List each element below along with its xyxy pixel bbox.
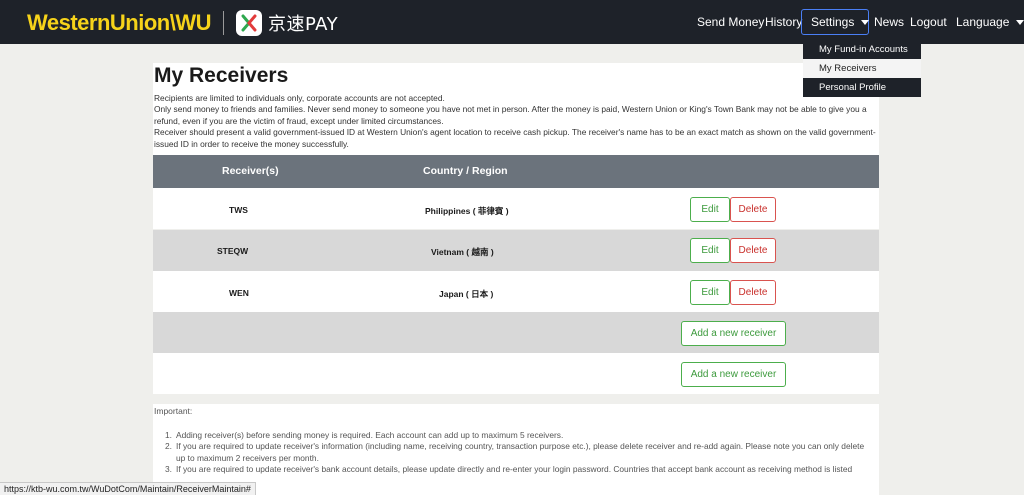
page-title: My Receivers bbox=[154, 64, 289, 87]
intro-line: Receiver should present a valid governme… bbox=[154, 127, 876, 149]
nav-language-label: Language bbox=[956, 15, 1010, 29]
add-receiver-button[interactable]: Add a new receiver bbox=[681, 362, 786, 387]
table-row: WEN Japan ( 日本 ) Edit Delete bbox=[153, 271, 879, 312]
chevron-down-icon bbox=[1016, 20, 1024, 26]
list-item: 2. If you are required to update receiver… bbox=[165, 441, 875, 464]
important-notes: Important: 1. Adding receiver(s) before s… bbox=[153, 404, 879, 495]
brand[interactable]: WesternUnion\WU 京速PAY bbox=[27, 8, 338, 38]
add-receiver-button[interactable]: Add a new receiver bbox=[681, 321, 786, 346]
nav-news[interactable]: News bbox=[874, 15, 904, 29]
delete-receiver-button[interactable]: Delete bbox=[730, 280, 776, 305]
list-item-number: 1. bbox=[165, 430, 172, 440]
important-list: 1. Adding receiver(s) before sending mone… bbox=[165, 430, 875, 476]
receiver-country: Vietnam ( 越南 ) bbox=[431, 247, 494, 257]
edit-receiver-button[interactable]: Edit bbox=[690, 238, 730, 263]
receiver-name: WEN bbox=[229, 288, 249, 298]
list-item-text: Adding receiver(s) before sending money … bbox=[176, 430, 564, 440]
edit-receiver-button[interactable]: Edit bbox=[690, 280, 730, 305]
nav-send-money[interactable]: Send Money bbox=[697, 15, 764, 29]
chevron-down-icon bbox=[861, 19, 870, 25]
delete-receiver-button[interactable]: Delete bbox=[730, 197, 776, 222]
nav-settings-dropdown[interactable]: Settings bbox=[801, 9, 870, 35]
nav-history[interactable]: History bbox=[765, 15, 802, 29]
table-row: TWS Philippines ( 菲律賓 ) Edit Delete bbox=[153, 188, 879, 229]
list-item-number: 3. bbox=[165, 464, 172, 475]
receivers-table-header: Receiver(s) Country / Region bbox=[153, 155, 879, 188]
menu-item-my-receivers[interactable]: My Receivers bbox=[803, 59, 921, 78]
intro-line: Recipients are limited to individuals on… bbox=[154, 93, 445, 103]
pay-logo-icon bbox=[235, 10, 262, 36]
receiver-name: STEQW bbox=[217, 246, 249, 256]
table-row-add: Add a new receiver bbox=[153, 353, 879, 394]
receiver-name: TWS bbox=[229, 205, 248, 215]
menu-item-fund-in-accounts[interactable]: My Fund-in Accounts bbox=[803, 40, 921, 59]
settings-menu: My Fund-in Accounts My Receivers Persona… bbox=[803, 40, 921, 97]
delete-receiver-button[interactable]: Delete bbox=[730, 238, 776, 263]
receiver-country: Japan ( 日本 ) bbox=[439, 289, 494, 299]
nav-logout[interactable]: Logout bbox=[910, 15, 947, 29]
page-intro: My Receivers Recipients are limited to i… bbox=[153, 63, 879, 157]
nav-settings-label: Settings bbox=[811, 15, 855, 29]
brand-divider bbox=[222, 11, 224, 35]
pay-brand-text: 京速PAY bbox=[267, 14, 339, 35]
table-row-add: Add a new receiver bbox=[153, 312, 879, 353]
list-item-text: If you are required to update receiver's… bbox=[176, 464, 853, 475]
receiver-country: Philippines ( 菲律賓 ) bbox=[425, 206, 509, 216]
important-label: Important: bbox=[154, 406, 193, 416]
menu-item-personal-profile[interactable]: Personal Profile bbox=[803, 78, 921, 97]
top-navbar: WesternUnion\WU 京速PAY Send Money History… bbox=[0, 0, 1024, 44]
browser-status-bar: https://ktb-wu.com.tw/WuDotCom/Maintain/… bbox=[0, 482, 256, 495]
intro-text: Recipients are limited to individuals on… bbox=[154, 93, 880, 150]
nav-language-dropdown[interactable]: Language bbox=[956, 15, 1024, 29]
column-header-country: Country / Region bbox=[423, 165, 508, 177]
intro-line: Only send money to friends and families.… bbox=[154, 104, 867, 126]
list-item: 1. Adding receiver(s) before sending mone… bbox=[165, 430, 875, 441]
edit-receiver-button[interactable]: Edit bbox=[690, 197, 730, 222]
list-item-number: 2. bbox=[165, 441, 172, 452]
list-item-text: If you are required to update receiver's… bbox=[176, 441, 865, 463]
table-row: STEQW Vietnam ( 越南 ) Edit Delete bbox=[153, 230, 879, 271]
column-header-receiver: Receiver(s) bbox=[222, 165, 279, 177]
western-union-logo: WesternUnion\WU bbox=[27, 10, 211, 35]
list-item: 3. If you are required to update receiver… bbox=[165, 464, 875, 475]
